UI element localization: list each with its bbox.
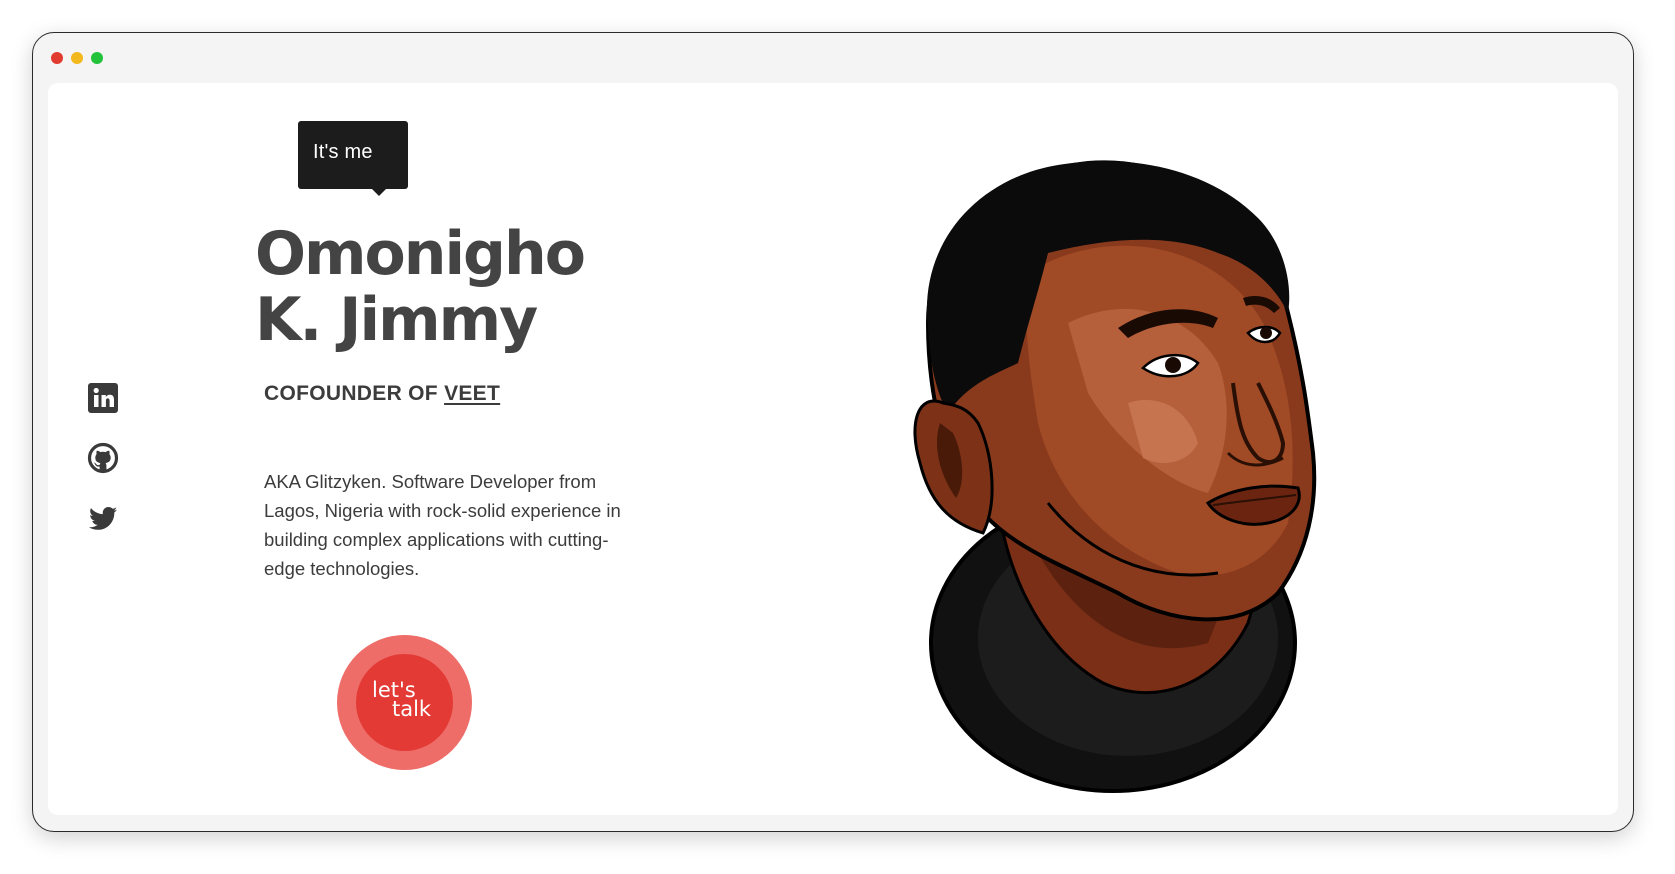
maximize-window-button[interactable] [91, 52, 103, 64]
veet-link[interactable]: VEET [444, 382, 500, 405]
twitter-icon[interactable] [86, 501, 120, 535]
minimize-window-button[interactable] [71, 52, 83, 64]
name-first: Omonigho [255, 219, 586, 289]
lets-talk-inner[interactable]: let's talk [356, 654, 453, 751]
tooltip-text: It's me [313, 141, 373, 163]
lets-talk-button[interactable]: let's talk [337, 635, 472, 770]
cta-line-2: talk [392, 697, 432, 721]
portrait-illustration [913, 160, 1317, 793]
browser-window: It's me Omonigho K. Jimmy COFOUNDER OF V… [32, 32, 1634, 832]
page-content: It's me Omonigho K. Jimmy COFOUNDER OF V… [48, 83, 1618, 815]
tooltip-its-me: It's me [298, 121, 408, 196]
bio-text: AKA Glitzyken. Software Developer from L… [264, 471, 621, 579]
linkedin-icon[interactable] [86, 381, 120, 415]
page-title: Omonigho K. Jimmy [255, 219, 586, 355]
social-links [86, 381, 120, 535]
name-last: K. Jimmy [255, 285, 538, 355]
role-prefix: COFOUNDER OF [264, 382, 445, 405]
close-window-button[interactable] [51, 52, 63, 64]
role-heading: COFOUNDER OF VEET [264, 382, 500, 406]
github-icon[interactable] [86, 441, 120, 475]
window-controls [51, 52, 103, 64]
